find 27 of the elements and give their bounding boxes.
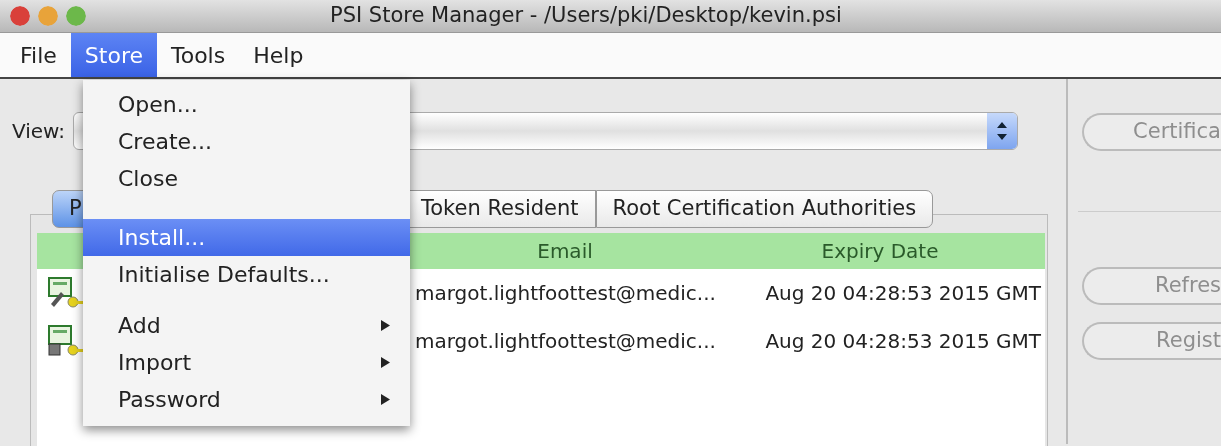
view-label: View:	[12, 118, 66, 145]
submenu-arrow-icon	[381, 320, 390, 331]
stepper-icon	[987, 113, 1018, 149]
menu-item[interactable]: Open...	[83, 86, 410, 123]
menu-bar-item[interactable]: Tools	[157, 33, 240, 77]
menu-item[interactable]: Create...	[83, 123, 410, 160]
column-header[interactable]: Expiry Date	[715, 236, 1045, 266]
email-cell-text: margot.lightfoottest@medic...	[415, 280, 715, 307]
menu-item[interactable]: Password	[83, 381, 410, 418]
menu-bar-item[interactable]: File	[6, 33, 71, 77]
zoom-icon[interactable]	[66, 6, 86, 26]
submenu-arrow-icon	[381, 394, 390, 405]
expiry-cell-text: Aug 20 04:28:53 2015 GMT	[764, 328, 1042, 355]
menu-item[interactable]: Install...	[83, 219, 410, 256]
window-title: PSI Store Manager - /Users/pki/Desktop/kevin.psi	[330, 2, 842, 30]
minimize-icon[interactable]	[38, 6, 58, 26]
menu-item[interactable]: Initialise Defaults...	[83, 256, 410, 293]
submenu-arrow-icon	[381, 357, 390, 368]
menu-item[interactable]: Import	[83, 344, 410, 381]
column-header[interactable]: Email	[415, 236, 715, 266]
tab[interactable]: Root Certification Authorities	[595, 190, 934, 228]
close-icon[interactable]	[10, 6, 30, 26]
menu-bar-item[interactable]: Store	[70, 33, 157, 77]
email-cell-text: margot.lightfoottest@medic...	[415, 328, 715, 355]
expiry-cell-text: Aug 20 04:28:53 2015 GMT	[764, 280, 1042, 307]
menu-item[interactable]: Add	[83, 307, 410, 344]
menu-bar-item[interactable]: Help	[239, 33, 318, 77]
